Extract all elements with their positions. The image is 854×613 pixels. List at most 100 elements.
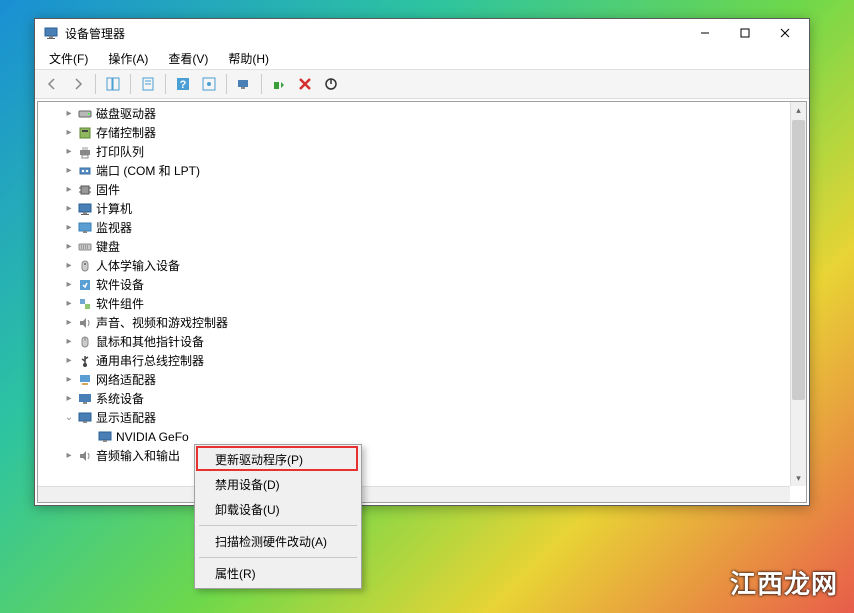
sound-icon xyxy=(76,315,94,331)
tree-item-label: 人体学输入设备 xyxy=(96,257,180,274)
expander-icon[interactable]: ▸ xyxy=(62,297,76,311)
menu-view[interactable]: 查看(V) xyxy=(158,48,218,69)
expander-icon[interactable]: ▸ xyxy=(62,164,76,178)
expander-icon[interactable]: ▸ xyxy=(62,373,76,387)
component-icon xyxy=(76,296,94,312)
tree-item[interactable]: ▸ 端口 (COM 和 LPT) xyxy=(42,161,786,180)
tree-item[interactable]: ▸ 存储控制器 xyxy=(42,123,786,142)
expander-icon[interactable]: ▸ xyxy=(62,145,76,159)
expander-icon[interactable]: ▸ xyxy=(62,316,76,330)
tree-item-label: 显示适配器 xyxy=(96,409,156,426)
tree-item-label: 系统设备 xyxy=(96,390,144,407)
uninstall-button[interactable] xyxy=(294,73,316,95)
window-title: 设备管理器 xyxy=(65,25,685,42)
tree-item[interactable]: ▸ 鼠标和其他指针设备 xyxy=(42,332,786,351)
computer-icon xyxy=(76,201,94,217)
properties-button[interactable] xyxy=(137,73,159,95)
expander-icon[interactable]: ▸ xyxy=(62,449,76,463)
audio-icon xyxy=(76,448,94,464)
expander-icon[interactable] xyxy=(82,430,96,444)
tree-item-label: 打印队列 xyxy=(96,143,144,160)
expander-icon[interactable]: ▸ xyxy=(62,107,76,121)
tree-item-label: NVIDIA GeFo xyxy=(116,430,189,444)
tree-item[interactable]: ▸ 监视器 xyxy=(42,218,786,237)
horizontal-scrollbar[interactable] xyxy=(38,486,790,502)
maximize-button[interactable] xyxy=(725,20,765,46)
disk-icon xyxy=(76,106,94,122)
tree-item[interactable]: ▸ 打印队列 xyxy=(42,142,786,161)
tree-item[interactable]: ▸通用串行总线控制器 xyxy=(42,351,786,370)
expander-icon[interactable]: ▸ xyxy=(62,259,76,273)
mouse-icon xyxy=(76,334,94,350)
tree-item-label: 存储控制器 xyxy=(96,124,156,141)
context-menu: 更新驱动程序(P) 禁用设备(D) 卸载设备(U) 扫描检测硬件改动(A) 属性… xyxy=(194,444,362,589)
port-icon xyxy=(76,163,94,179)
device-tree[interactable]: ▸磁盘驱动器▸存储控制器▸打印队列▸端口 (COM 和 LPT)▸固件▸计算机▸… xyxy=(38,102,790,486)
minimize-button[interactable] xyxy=(685,20,725,46)
forward-button[interactable] xyxy=(67,73,89,95)
hid-icon xyxy=(76,258,94,274)
ctx-separator xyxy=(199,557,357,558)
ctx-uninstall-device[interactable]: 卸载设备(U) xyxy=(197,497,359,522)
close-button[interactable] xyxy=(765,20,805,46)
expander-icon[interactable]: ▸ xyxy=(62,126,76,140)
tree-item-label: 网络适配器 xyxy=(96,371,156,388)
vertical-scrollbar[interactable]: ▴ ▾ xyxy=(790,102,806,486)
expander-icon[interactable]: ▸ xyxy=(62,240,76,254)
scroll-up-button[interactable]: ▴ xyxy=(791,102,806,118)
tree-item-label: 鼠标和其他指针设备 xyxy=(96,333,204,350)
expander-icon[interactable]: ▸ xyxy=(62,354,76,368)
app-icon xyxy=(43,25,59,41)
keyboard-icon xyxy=(76,239,94,255)
tree-item[interactable]: ▸软件设备 xyxy=(42,275,786,294)
tree-item[interactable]: NVIDIA GeFo xyxy=(42,427,786,446)
ctx-properties[interactable]: 属性(R) xyxy=(197,561,359,586)
tree-item[interactable]: ▸ 磁盘驱动器 xyxy=(42,104,786,123)
action-button[interactable] xyxy=(198,73,220,95)
software-icon xyxy=(76,277,94,293)
expander-icon[interactable]: ▸ xyxy=(62,221,76,235)
tree-item-label: 软件组件 xyxy=(96,295,144,312)
menubar: 文件(F) 操作(A) 查看(V) 帮助(H) xyxy=(35,47,809,69)
tree-item[interactable]: ▸键盘 xyxy=(42,237,786,256)
expander-icon[interactable]: ▸ xyxy=(62,183,76,197)
scroll-thumb[interactable] xyxy=(792,120,805,400)
back-button[interactable] xyxy=(41,73,63,95)
scan-hw-button[interactable] xyxy=(233,73,255,95)
toolbar: ? xyxy=(35,69,809,99)
tree-item-label: 监视器 xyxy=(96,219,132,236)
expander-icon[interactable]: ▸ xyxy=(62,278,76,292)
ctx-disable-device[interactable]: 禁用设备(D) xyxy=(197,472,359,497)
expander-icon[interactable]: ▸ xyxy=(62,202,76,216)
menu-file[interactable]: 文件(F) xyxy=(39,48,98,69)
menu-help[interactable]: 帮助(H) xyxy=(218,48,279,69)
tree-item[interactable]: ▸ 音频输入和输出 xyxy=(42,446,786,465)
tree-item[interactable]: ▸ 软件组件 xyxy=(42,294,786,313)
show-hide-tree-button[interactable] xyxy=(102,73,124,95)
expander-icon[interactable]: ⌄ xyxy=(62,411,76,425)
tree-item-label: 声音、视频和游戏控制器 xyxy=(96,314,228,331)
tree-item[interactable]: ▸ 网络适配器 xyxy=(42,370,786,389)
ctx-update-driver[interactable]: 更新驱动程序(P) xyxy=(197,447,359,472)
update-driver-button[interactable] xyxy=(268,73,290,95)
tree-item-label: 磁盘驱动器 xyxy=(96,105,156,122)
expander-icon[interactable]: ▸ xyxy=(62,335,76,349)
tree-item[interactable]: ▸ 声音、视频和游戏控制器 xyxy=(42,313,786,332)
ctx-scan-hw[interactable]: 扫描检测硬件改动(A) xyxy=(197,529,359,554)
tree-container: ▸磁盘驱动器▸存储控制器▸打印队列▸端口 (COM 和 LPT)▸固件▸计算机▸… xyxy=(37,101,807,503)
tree-item-label: 计算机 xyxy=(96,200,132,217)
tree-item-label: 端口 (COM 和 LPT) xyxy=(96,162,200,179)
expander-icon[interactable]: ▸ xyxy=(62,392,76,406)
tree-item[interactable]: ⌄ 显示适配器 xyxy=(42,408,786,427)
storage-icon xyxy=(76,125,94,141)
scroll-down-button[interactable]: ▾ xyxy=(791,470,806,486)
tree-item-label: 音频输入和输出 xyxy=(96,447,180,464)
tree-item[interactable]: ▸ 计算机 xyxy=(42,199,786,218)
help-button[interactable]: ? xyxy=(172,73,194,95)
tree-item[interactable]: ▸ 人体学输入设备 xyxy=(42,256,786,275)
disable-button[interactable] xyxy=(320,73,342,95)
tree-item[interactable]: ▸固件 xyxy=(42,180,786,199)
tree-item[interactable]: ▸ 系统设备 xyxy=(42,389,786,408)
menu-action[interactable]: 操作(A) xyxy=(98,48,158,69)
svg-text:?: ? xyxy=(180,79,187,91)
